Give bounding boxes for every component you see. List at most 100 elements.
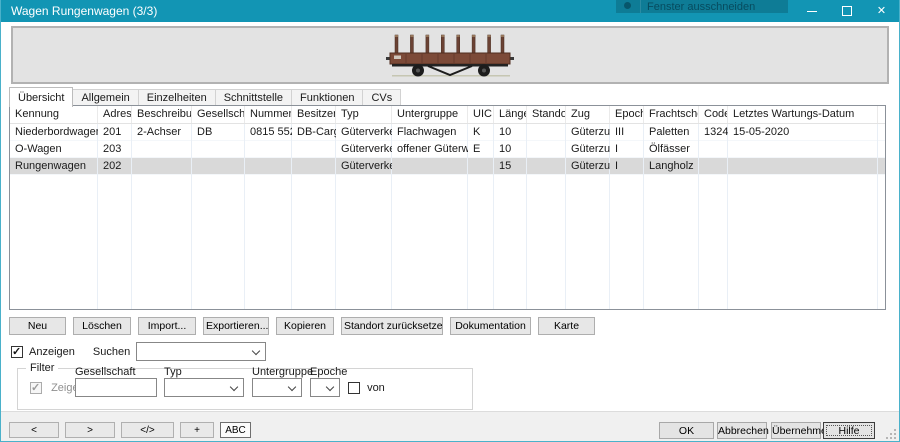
von-checkbox[interactable] [348,382,360,394]
table-cell [192,141,245,157]
table-cell: Langholz [644,158,699,174]
standort-zuruecksetzen-button[interactable]: Standort zurücksetzen [341,317,443,335]
tab-uebersicht[interactable]: Übersicht [9,87,73,107]
maximize-button[interactable] [829,0,864,22]
table-body[interactable]: Niederbordwagen 032012-AchserDB0815 552-… [10,124,885,310]
gesellschaft-label: Gesellschaft [75,366,136,378]
table-cell: 15 [494,158,527,174]
loeschen-button[interactable]: Löschen [73,317,131,335]
kopieren-button[interactable]: Kopieren [276,317,334,335]
column-header-epoche[interactable]: Epoche [610,106,644,123]
table-cell: 0815 552-9 [245,124,292,140]
wagon-image-panel [11,26,889,84]
maximize-icon [842,6,852,16]
stake-wagon-image [384,32,516,78]
anzeigen-label: Anzeigen [29,346,75,358]
tab-schnittstelle[interactable]: Schnittstelle [215,89,292,105]
nav-button-abc[interactable]: ABC [220,422,251,438]
table-cell: 10 [494,141,527,157]
von-row: von [348,382,385,394]
filter-legend: Filter [26,362,58,374]
untergruppe-dropdown[interactable] [252,378,302,397]
column-header-uic[interactable]: UIC [468,106,494,123]
table-cell [245,141,292,157]
column-header-letztes-wartungs-datum[interactable]: Letztes Wartungs-Datum [728,106,878,123]
table-cell [192,158,245,174]
close-icon: ✕ [877,5,886,17]
snip-overlay-label: Fenster ausschneiden [647,0,755,13]
untergruppe-label: Untergruppe [252,366,313,378]
import-button[interactable]: Import... [138,317,196,335]
close-button[interactable]: ✕ [864,0,899,22]
dokumentation-button[interactable]: Dokumentation [450,317,531,335]
action-buttons: Neu Löschen Import... Exportieren... Kopiere… [9,317,595,335]
nav-button-[interactable]: < [9,422,59,438]
table-cell [527,158,566,174]
ok-button[interactable]: OK [659,422,714,439]
exportieren-button[interactable]: Exportieren... [203,317,269,335]
column-header-untergruppe[interactable]: Untergruppe [392,106,468,123]
minimize-button[interactable] [794,0,829,22]
titlebar[interactable]: Wagen Rungenwagen (3/3) Fenster ausschne… [1,0,899,22]
uebernehmen-button[interactable]: Übernehmen [771,422,821,439]
column-header-code[interactable]: Code [699,106,728,123]
table-header: KennungAdresseBeschreibungGesellschaftNu… [10,106,885,124]
tab-bar: ÜbersichtAllgemeinEinzelheitenSchnittste… [9,87,400,105]
column-header-besitzer[interactable]: Besitzer [292,106,336,123]
dialog-window: Wagen Rungenwagen (3/3) Fenster ausschne… [0,0,900,442]
column-header-gesellschaft[interactable]: Gesellschaft [192,106,245,123]
snip-dot-icon [624,2,631,9]
table-cell: Paletten [644,124,699,140]
tab-funktionen[interactable]: Funktionen [291,89,363,105]
search-combobox[interactable] [136,342,266,361]
karte-button[interactable]: Karte [538,317,595,335]
epoche-label: Epoche [310,366,347,378]
window-title: Wagen Rungenwagen (3/3) [11,0,157,22]
table-cell: Güterzug [566,124,610,140]
column-header-typ[interactable]: Typ [336,106,392,123]
column-header-standort[interactable]: Standort [527,106,566,123]
abbrechen-button[interactable]: Abbrechen [717,422,767,439]
table-cell [527,141,566,157]
table-row[interactable]: O-Wagen203Güterverkehroffener Güterwagen… [10,141,885,158]
nav-button-[interactable]: </> [121,422,174,438]
column-header-adresse[interactable]: Adresse [98,106,132,123]
epoche-dropdown[interactable] [310,378,340,397]
snip-tool-overlay: Fenster ausschneiden [616,0,788,13]
typ-label: Typ [164,366,182,378]
table-cell [245,158,292,174]
resize-grip[interactable] [886,429,896,439]
table-cell: I [610,158,644,174]
table-row[interactable]: Niederbordwagen 032012-AchserDB0815 552-… [10,124,885,141]
gesellschaft-input[interactable] [75,378,157,397]
column-header-beschreibung[interactable]: Beschreibung [132,106,192,123]
tab-einzelheiten[interactable]: Einzelheiten [138,89,216,105]
table-cell: E [468,141,494,157]
table-row[interactable]: Rungenwagen202Güterverkehr15GüterzugILan… [10,158,885,175]
suchen-label: Suchen [93,346,130,358]
column-header-frachtschein[interactable]: Frachtschein [644,106,699,123]
tab-cvs[interactable]: CVs [362,89,401,105]
column-header-zug[interactable]: Zug [566,106,610,123]
chevron-down-icon [326,383,334,391]
bottom-bar: < > </> + ABC OKAbbrechenÜbernehmenHilfe [1,411,899,442]
column-header-kennung[interactable]: Kennung [10,106,98,123]
table-cell: III [610,124,644,140]
column-header-nummer[interactable]: Nummer [245,106,292,123]
table-cell [132,158,192,174]
hilfe-button[interactable]: Hilfe [823,422,875,439]
column-header-laenge[interactable]: Länge [494,106,527,123]
table-cell: I [610,141,644,157]
display-row: Anzeigen Suchen [11,342,266,361]
typ-dropdown[interactable] [164,378,244,397]
table-cell: DB [192,124,245,140]
nav-buttons: < > </> + ABC [9,422,251,438]
neu-button[interactable]: Neu [9,317,66,335]
table-cell: Güterzug [566,158,610,174]
nav-button-[interactable]: + [180,422,214,438]
table-cell: Flachwagen [392,124,468,140]
nav-button-[interactable]: > [65,422,115,438]
tab-allgemein[interactable]: Allgemein [72,89,138,105]
anzeigen-checkbox[interactable] [11,346,23,358]
table-cell: O-Wagen [10,141,98,157]
